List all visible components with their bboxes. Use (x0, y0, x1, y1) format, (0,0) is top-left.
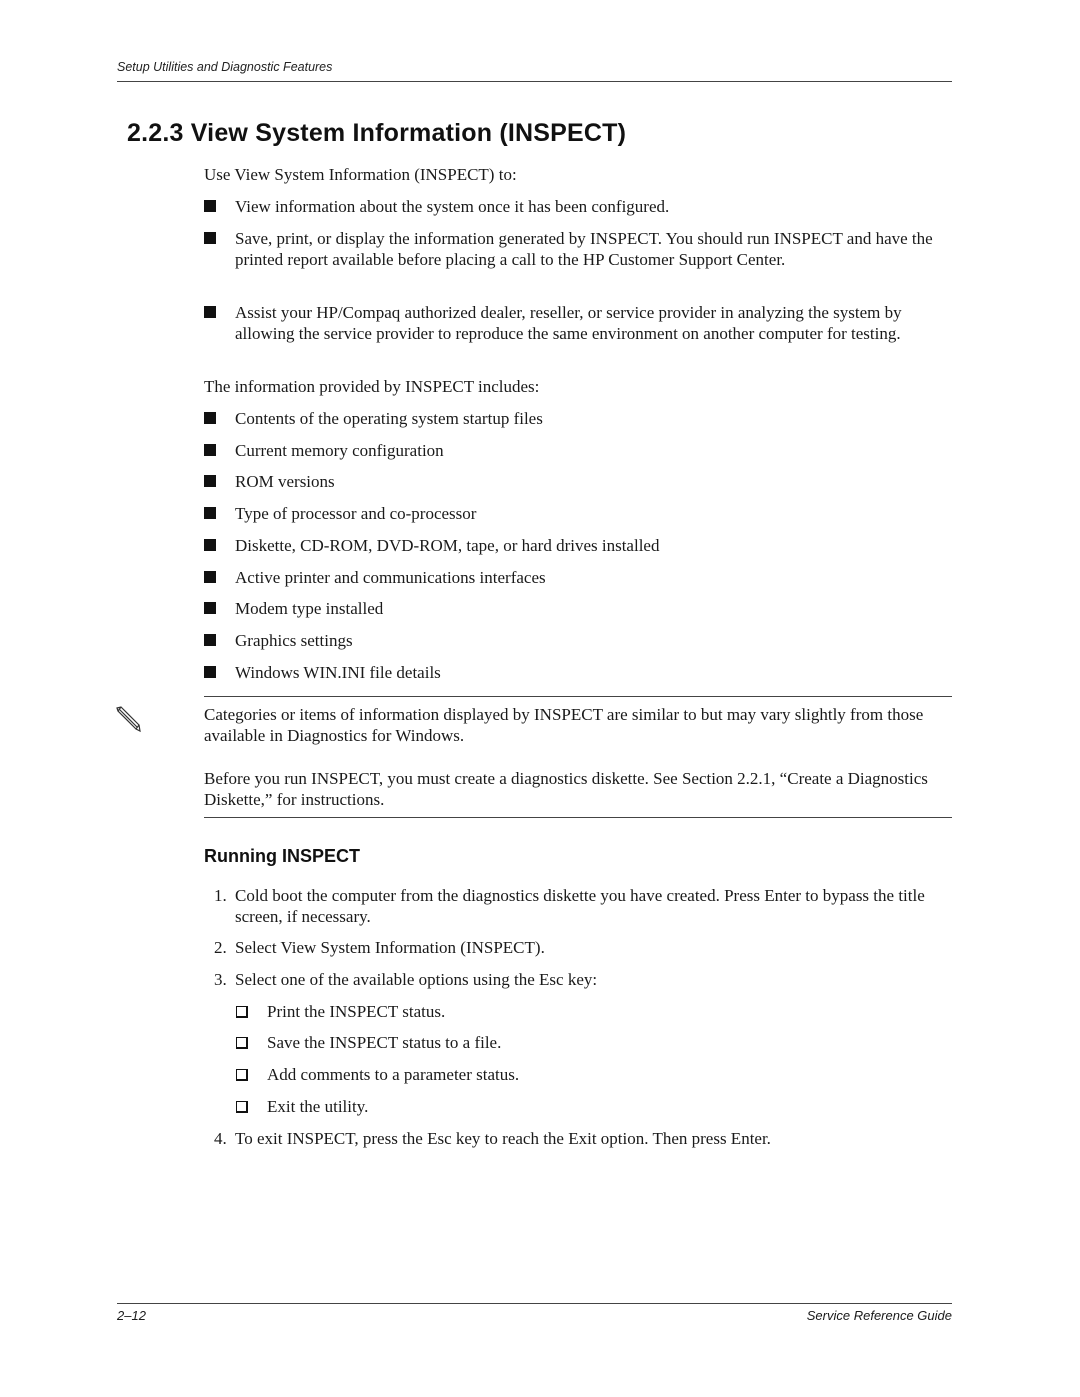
bullet-square-icon (204, 507, 216, 519)
includes-intro: The information provided by INSPECT incl… (204, 377, 540, 396)
footer-rule (117, 1303, 952, 1304)
bullet-square-icon (204, 571, 216, 583)
note-top-rule (204, 696, 952, 697)
bullet-square-icon (204, 200, 216, 212)
intro-text: Use View System Information (INSPECT) to… (204, 165, 517, 184)
checkbox-bullet-icon (236, 1037, 248, 1049)
checkbox-bullet-icon (236, 1006, 248, 1018)
guide-title: Service Reference Guide (806, 1308, 952, 1323)
bullet-square-icon (204, 444, 216, 456)
note-bottom-rule (204, 817, 952, 818)
bullet-square-icon (204, 634, 216, 646)
subsection-title: Running INSPECT (204, 846, 360, 866)
checkbox-bullet-icon (236, 1069, 248, 1081)
bullet-square-icon (204, 666, 216, 678)
checkbox-bullet-icon (236, 1101, 248, 1113)
pencil-note-icon (114, 705, 142, 733)
header-rule (117, 81, 952, 82)
section-title: 2.2.3 View System Information (INSPECT) (127, 119, 627, 147)
note-paragraph: Categories or items of information displ… (204, 705, 924, 745)
bullet-square-icon (204, 306, 216, 318)
running-header: Setup Utilities and Diagnostic Features (117, 60, 333, 74)
bullet-square-icon (204, 602, 216, 614)
bullet-square-icon (204, 475, 216, 487)
bullet-square-icon (204, 539, 216, 551)
note-paragraph: Before you run INSPECT, you must create … (204, 769, 928, 809)
page-number: 2–12 (117, 1308, 146, 1323)
bullet-square-icon (204, 232, 216, 244)
bullet-square-icon (204, 412, 216, 424)
